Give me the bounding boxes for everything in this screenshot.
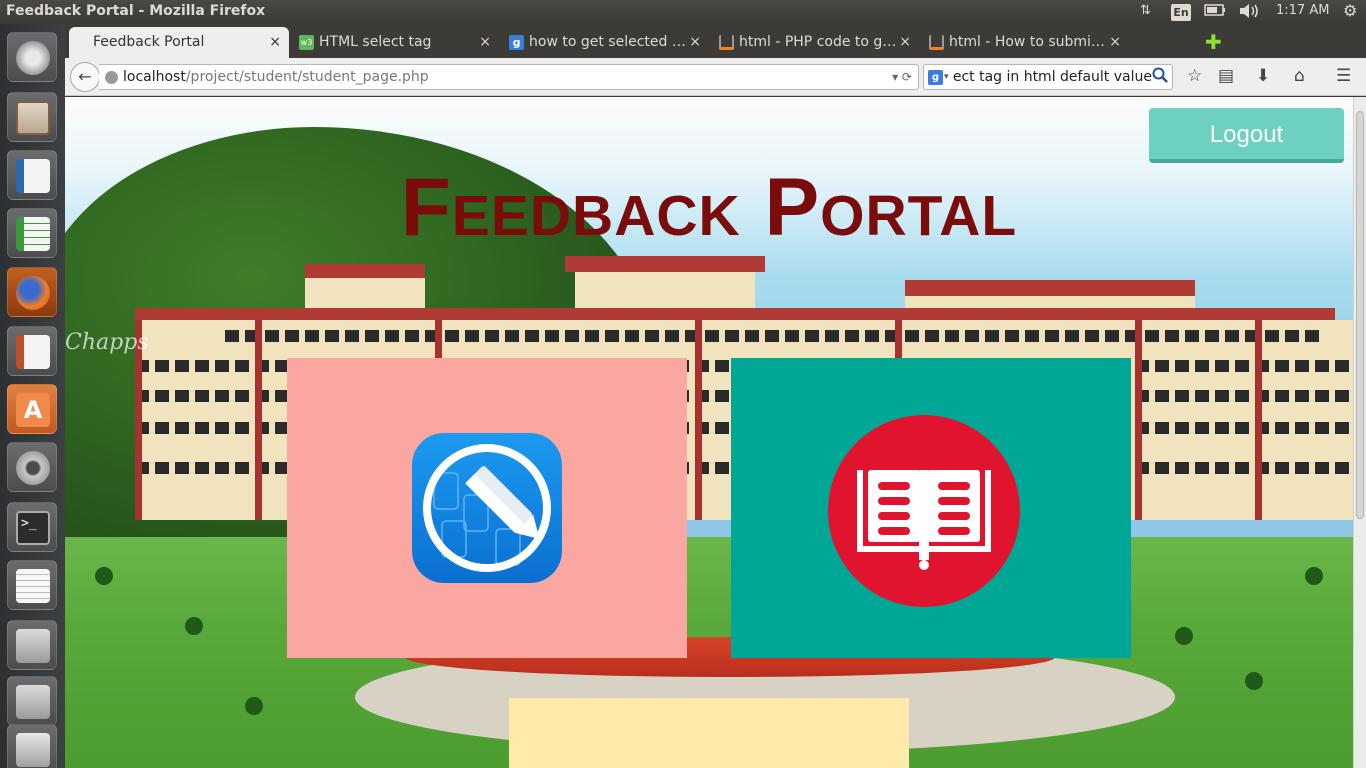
tab-label: how to get selected … (529, 34, 686, 50)
tab-close-icon[interactable]: × (1109, 27, 1121, 57)
tab-html-select-tag[interactable]: w3 HTML select tag × (295, 27, 499, 58)
search-input[interactable]: select tag in html default value (952, 65, 1152, 89)
scrollbar-thumb[interactable] (1356, 111, 1364, 519)
page-viewport: Chapps Logout Feedback Portal (65, 97, 1353, 768)
google-icon: g (509, 35, 524, 50)
tab-close-icon[interactable]: × (269, 27, 281, 57)
terminal-icon[interactable]: >_ (7, 502, 57, 552)
tab-close-icon[interactable]: × (689, 27, 701, 57)
disk-drive-icon[interactable] (7, 620, 57, 670)
url-dropdown-reload-icon[interactable]: ▾ ⟳ (892, 65, 912, 89)
clock[interactable]: 1:17 AM (1276, 3, 1329, 18)
navigation-toolbar: ← localhost/project/student/student_page… (65, 58, 1366, 96)
tab-label: html - PHP code to g… (739, 34, 897, 50)
tab-close-icon[interactable]: × (899, 27, 911, 57)
text-editor-icon[interactable] (7, 560, 57, 610)
shrub (1245, 672, 1263, 690)
firefox-icon[interactable] (7, 267, 57, 317)
menu-hamburger-icon[interactable]: ☰ (1336, 66, 1351, 86)
page-scrollbar[interactable] (1353, 97, 1366, 768)
view-records-card[interactable] (731, 358, 1131, 658)
search-bar[interactable]: g ▾ select tag in html default value (923, 64, 1173, 90)
shrub (1175, 627, 1193, 645)
third-card[interactable] (509, 698, 909, 768)
file-manager-icon[interactable] (7, 92, 57, 142)
libreoffice-writer-icon[interactable] (7, 150, 57, 200)
search-magnifier-icon[interactable] (1152, 66, 1168, 89)
system-settings-icon[interactable] (7, 442, 57, 492)
tab-bar: Feedback Portal × w3 HTML select tag × g… (65, 24, 1366, 58)
give-feedback-card[interactable] (287, 358, 687, 658)
background-caption: Chapps (65, 330, 149, 355)
url-host: localhost (123, 69, 186, 85)
url-text[interactable]: localhost/project/student/student_page.p… (123, 65, 429, 89)
libreoffice-calc-icon[interactable] (7, 208, 57, 258)
downloads-arrow-icon[interactable]: ⬇ (1256, 66, 1270, 86)
page-title: Feedback Portal (400, 162, 1018, 253)
back-button[interactable]: ← (70, 62, 100, 92)
tab-php-code[interactable]: html - PHP code to g… × (715, 27, 919, 58)
launcher: A >_ (0, 24, 65, 768)
reading-list-icon[interactable]: ▤ (1218, 66, 1234, 86)
volume-icon[interactable] (1238, 3, 1260, 23)
session-gear-icon[interactable]: ⚙ (1343, 1, 1357, 20)
tab-label: html - How to submi… (949, 34, 1105, 50)
dash-home-icon[interactable] (7, 32, 57, 82)
tab-label: HTML select tag (319, 34, 432, 50)
shrub (95, 567, 113, 585)
tab-feedback-portal[interactable]: Feedback Portal × (69, 27, 289, 58)
stackoverflow-icon (929, 35, 944, 50)
shrub (185, 617, 203, 635)
w3schools-icon: w3 (299, 35, 314, 50)
battery-icon[interactable] (1204, 3, 1226, 21)
tab-how-to-submit[interactable]: html - How to submi… × (925, 27, 1129, 58)
url-path: /project/student/student_page.php (185, 69, 429, 85)
url-bar[interactable]: localhost/project/student/student_page.p… (99, 64, 919, 90)
open-book-icon (828, 415, 1020, 607)
search-engine-dropdown-icon[interactable]: ▾ (944, 65, 949, 89)
tab-label: Feedback Portal (93, 34, 205, 50)
sketch-pencil-icon (412, 433, 562, 583)
libreoffice-impress-icon[interactable] (7, 326, 57, 376)
shrub (245, 697, 263, 715)
bookmark-star-icon[interactable]: ☆ (1187, 66, 1202, 86)
logout-button[interactable]: Logout (1149, 108, 1344, 163)
site-identity-icon[interactable] (105, 71, 118, 84)
disk-drive-icon-2[interactable] (7, 676, 57, 726)
window-title: Feedback Portal - Mozilla Firefox (6, 3, 266, 19)
tab-close-icon[interactable]: × (479, 27, 491, 57)
stackoverflow-icon (719, 35, 734, 50)
new-tab-plus-icon[interactable]: ✚ (1205, 30, 1222, 54)
software-center-icon[interactable]: A (7, 384, 57, 434)
network-arrows-icon[interactable]: ⇅ (1140, 3, 1151, 18)
keyboard-layout-indicator[interactable]: En (1171, 4, 1191, 21)
trash-icon[interactable] (7, 724, 57, 768)
shrub (1305, 567, 1323, 585)
home-icon[interactable]: ⌂ (1294, 66, 1305, 86)
tab-how-to-get-selected[interactable]: g how to get selected … × (505, 27, 709, 58)
search-engine-google-icon[interactable]: g (928, 70, 943, 85)
top-panel: Feedback Portal - Mozilla Firefox ⇅ En 1… (0, 0, 1366, 24)
